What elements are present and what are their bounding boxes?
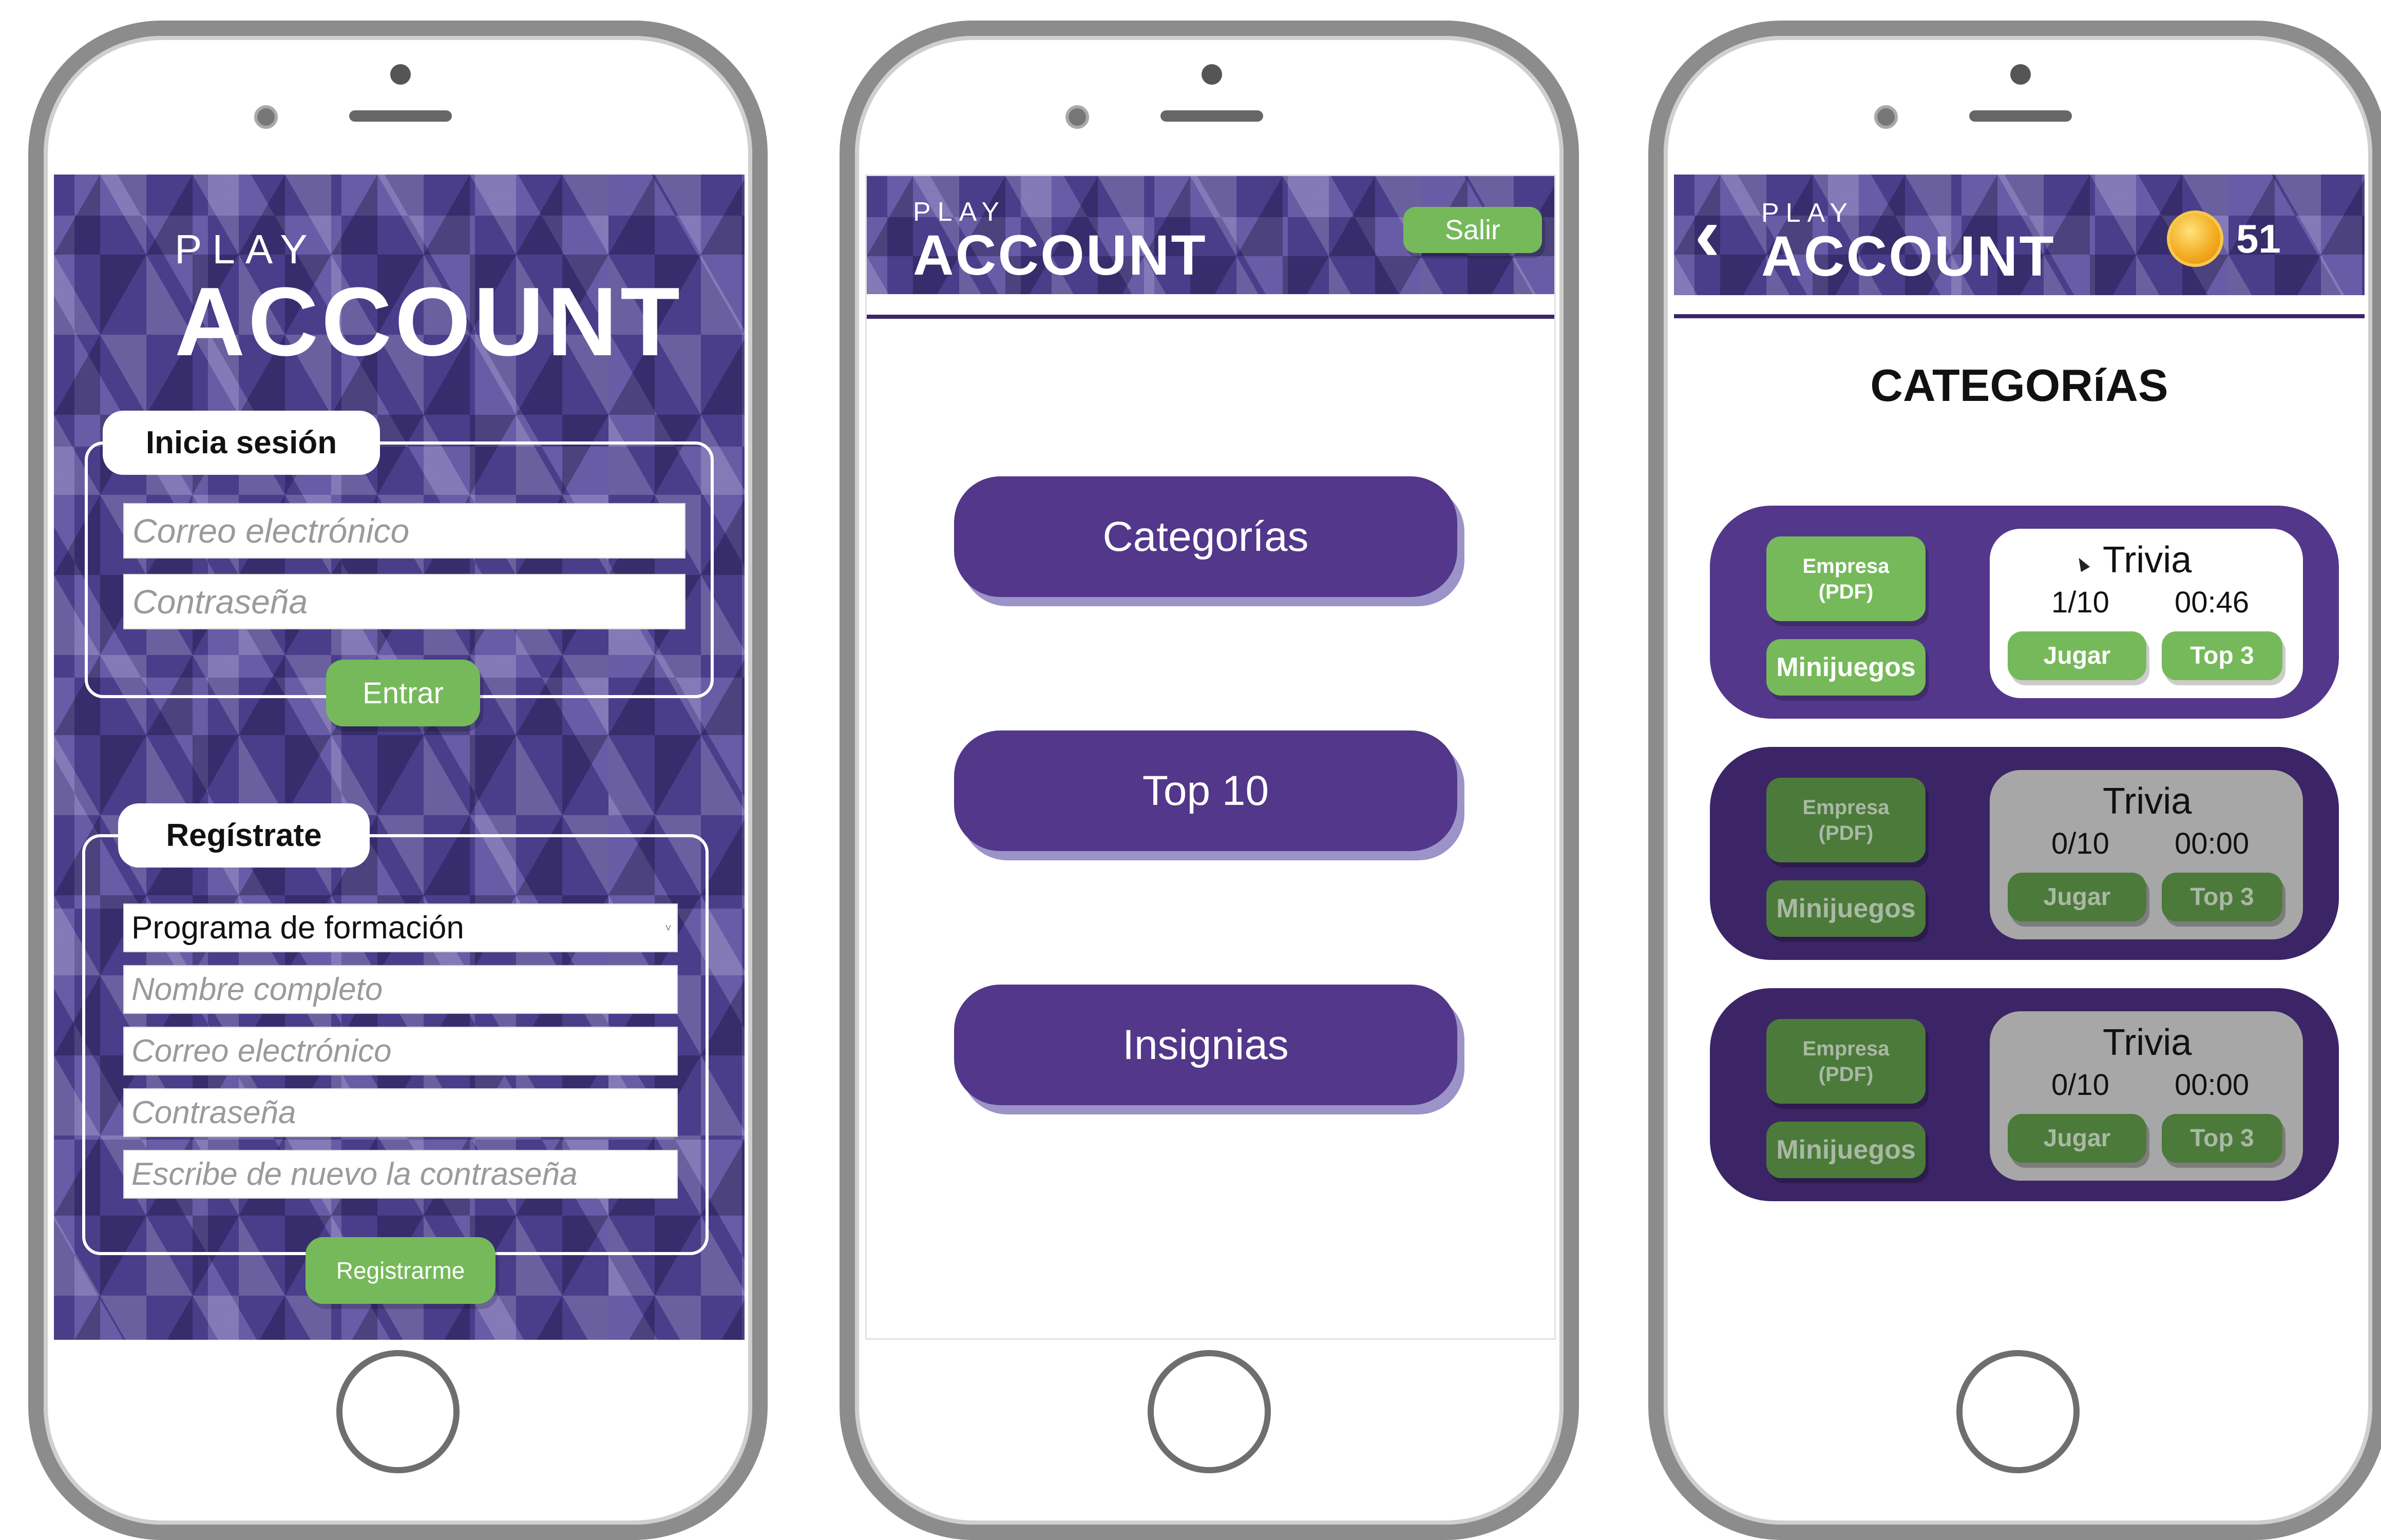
sensor [1065, 105, 1089, 129]
top3-button[interactable]: Top 3 [2162, 631, 2282, 680]
register-name-input[interactable]: Nombre completo [123, 965, 678, 1014]
home-button[interactable] [336, 1350, 460, 1473]
app-logo: PLAY ACCOUNT [913, 197, 1207, 284]
top3-button[interactable]: Top 3 [2162, 873, 2282, 921]
company-pdf-label: Empresa (PDF) [1802, 554, 1890, 603]
logo-account: ACCOUNT [1761, 225, 2056, 288]
coin-count: 51 [2236, 216, 2281, 261]
login-title: Inicia sesión [103, 411, 380, 475]
badges-button[interactable]: Insignias [954, 985, 1457, 1105]
company-pdf-button[interactable]: Empresa (PDF) [1766, 1019, 1926, 1104]
register-email-input[interactable]: Correo electrónico [123, 1027, 678, 1075]
front-camera [390, 64, 411, 85]
minigames-button[interactable]: Minijuegos [1766, 639, 1926, 696]
company-pdf-label: Empresa (PDF) [1802, 1037, 1890, 1086]
sensor [254, 105, 278, 129]
category-card: Empresa (PDF) Minijuegos Trivia 0/10 00:… [1710, 988, 2339, 1201]
program-select-value: Programa de formación [131, 910, 464, 946]
sensor [1874, 105, 1898, 129]
app-logo: PLAY ACCOUNT [175, 226, 683, 371]
logo-play: PLAY [1761, 198, 1855, 228]
top10-button[interactable]: Top 10 [954, 730, 1457, 851]
register-password-input[interactable]: Contraseña [123, 1088, 678, 1137]
login-email-input[interactable]: Correo electrónico [123, 503, 685, 559]
play-button[interactable]: Jugar [2008, 873, 2146, 921]
company-pdf-button[interactable]: Empresa (PDF) [1766, 536, 1926, 621]
categories-button[interactable]: Categorías [954, 476, 1457, 597]
company-pdf-button[interactable]: Empresa (PDF) [1766, 778, 1926, 862]
earpiece-speaker [1969, 110, 2072, 122]
register-repeat-password-input[interactable]: Escribe de nuevo la contraseña [123, 1150, 678, 1199]
phone-menu: PLAY ACCOUNT Salir Categorías Top 10 Ins… [840, 21, 1579, 1540]
category-card: Empresa (PDF) Minijuegos Trivia 1/10 00:… [1710, 506, 2339, 719]
trivia-label: Trivia [2103, 781, 2192, 822]
trivia-label: Trivia [2103, 540, 2192, 581]
trivia-progress: 0/10 [2051, 827, 2109, 860]
program-select[interactable]: Programa de formación ˅ [123, 903, 678, 952]
categories-screen: ‹ PLAY ACCOUNT 51 CATEGORíAS Empresa (PD… [1674, 175, 2365, 1340]
page-title: CATEGORíAS [1870, 360, 2168, 411]
earpiece-speaker [1160, 110, 1263, 122]
header-underline [867, 315, 1554, 319]
company-pdf-label: Empresa (PDF) [1802, 796, 1890, 844]
home-button[interactable] [1956, 1350, 2080, 1473]
register-submit-button[interactable]: Registrarme [306, 1237, 496, 1304]
login-submit-button[interactable]: Entrar [326, 660, 480, 726]
login-screen: PLAY ACCOUNT Inicia sesión Correo electr… [54, 175, 745, 1340]
logout-button[interactable]: Salir [1403, 207, 1542, 253]
register-title: Regístrate [118, 803, 370, 868]
home-button[interactable] [1148, 1350, 1271, 1473]
minigames-button[interactable]: Minijuegos [1766, 880, 1926, 937]
play-button[interactable]: Jugar [2008, 631, 2146, 680]
trivia-progress: 0/10 [2051, 1068, 2109, 1102]
menu-screen: PLAY ACCOUNT Salir Categorías Top 10 Ins… [865, 175, 1556, 1340]
front-camera [2010, 64, 2031, 85]
app-logo: PLAY ACCOUNT [1761, 198, 2055, 285]
chevron-left-icon[interactable]: ‹ [1694, 195, 1751, 272]
category-card: Empresa (PDF) Minijuegos Trivia 0/10 00:… [1710, 747, 2339, 960]
logo-play: PLAY [913, 197, 1006, 227]
trivia-progress: 1/10 [2051, 586, 2109, 619]
cursor-icon [2074, 555, 2090, 572]
front-camera [1202, 64, 1222, 85]
trivia-label: Trivia [2103, 1022, 2192, 1063]
trivia-time: 00:00 [2175, 1068, 2250, 1102]
trivia-panel: Trivia 0/10 00:00 Jugar Top 3 [1990, 1011, 2303, 1181]
phone-login: PLAY ACCOUNT Inicia sesión Correo electr… [28, 21, 768, 1540]
trivia-panel: Trivia 1/10 00:46 Jugar Top 3 [1990, 529, 2303, 698]
coin-icon [2167, 210, 2223, 267]
trivia-panel: Trivia 0/10 00:00 Jugar Top 3 [1990, 770, 2303, 939]
trivia-time: 00:46 [2175, 586, 2250, 619]
top3-button[interactable]: Top 3 [2162, 1114, 2282, 1163]
minigames-button[interactable]: Minijuegos [1766, 1122, 1926, 1178]
earpiece-speaker [349, 110, 452, 122]
phone-categories: ‹ PLAY ACCOUNT 51 CATEGORíAS Empresa (PD… [1648, 21, 2381, 1540]
trivia-time: 00:00 [2175, 827, 2250, 860]
logo-account: ACCOUNT [175, 267, 683, 376]
play-button[interactable]: Jugar [2008, 1114, 2146, 1163]
logo-play: PLAY [175, 226, 318, 272]
login-password-input[interactable]: Contraseña [123, 574, 685, 629]
logo-account: ACCOUNT [913, 224, 1208, 287]
chevron-down-icon: ˅ [665, 921, 672, 934]
header-underline [1674, 314, 2365, 318]
